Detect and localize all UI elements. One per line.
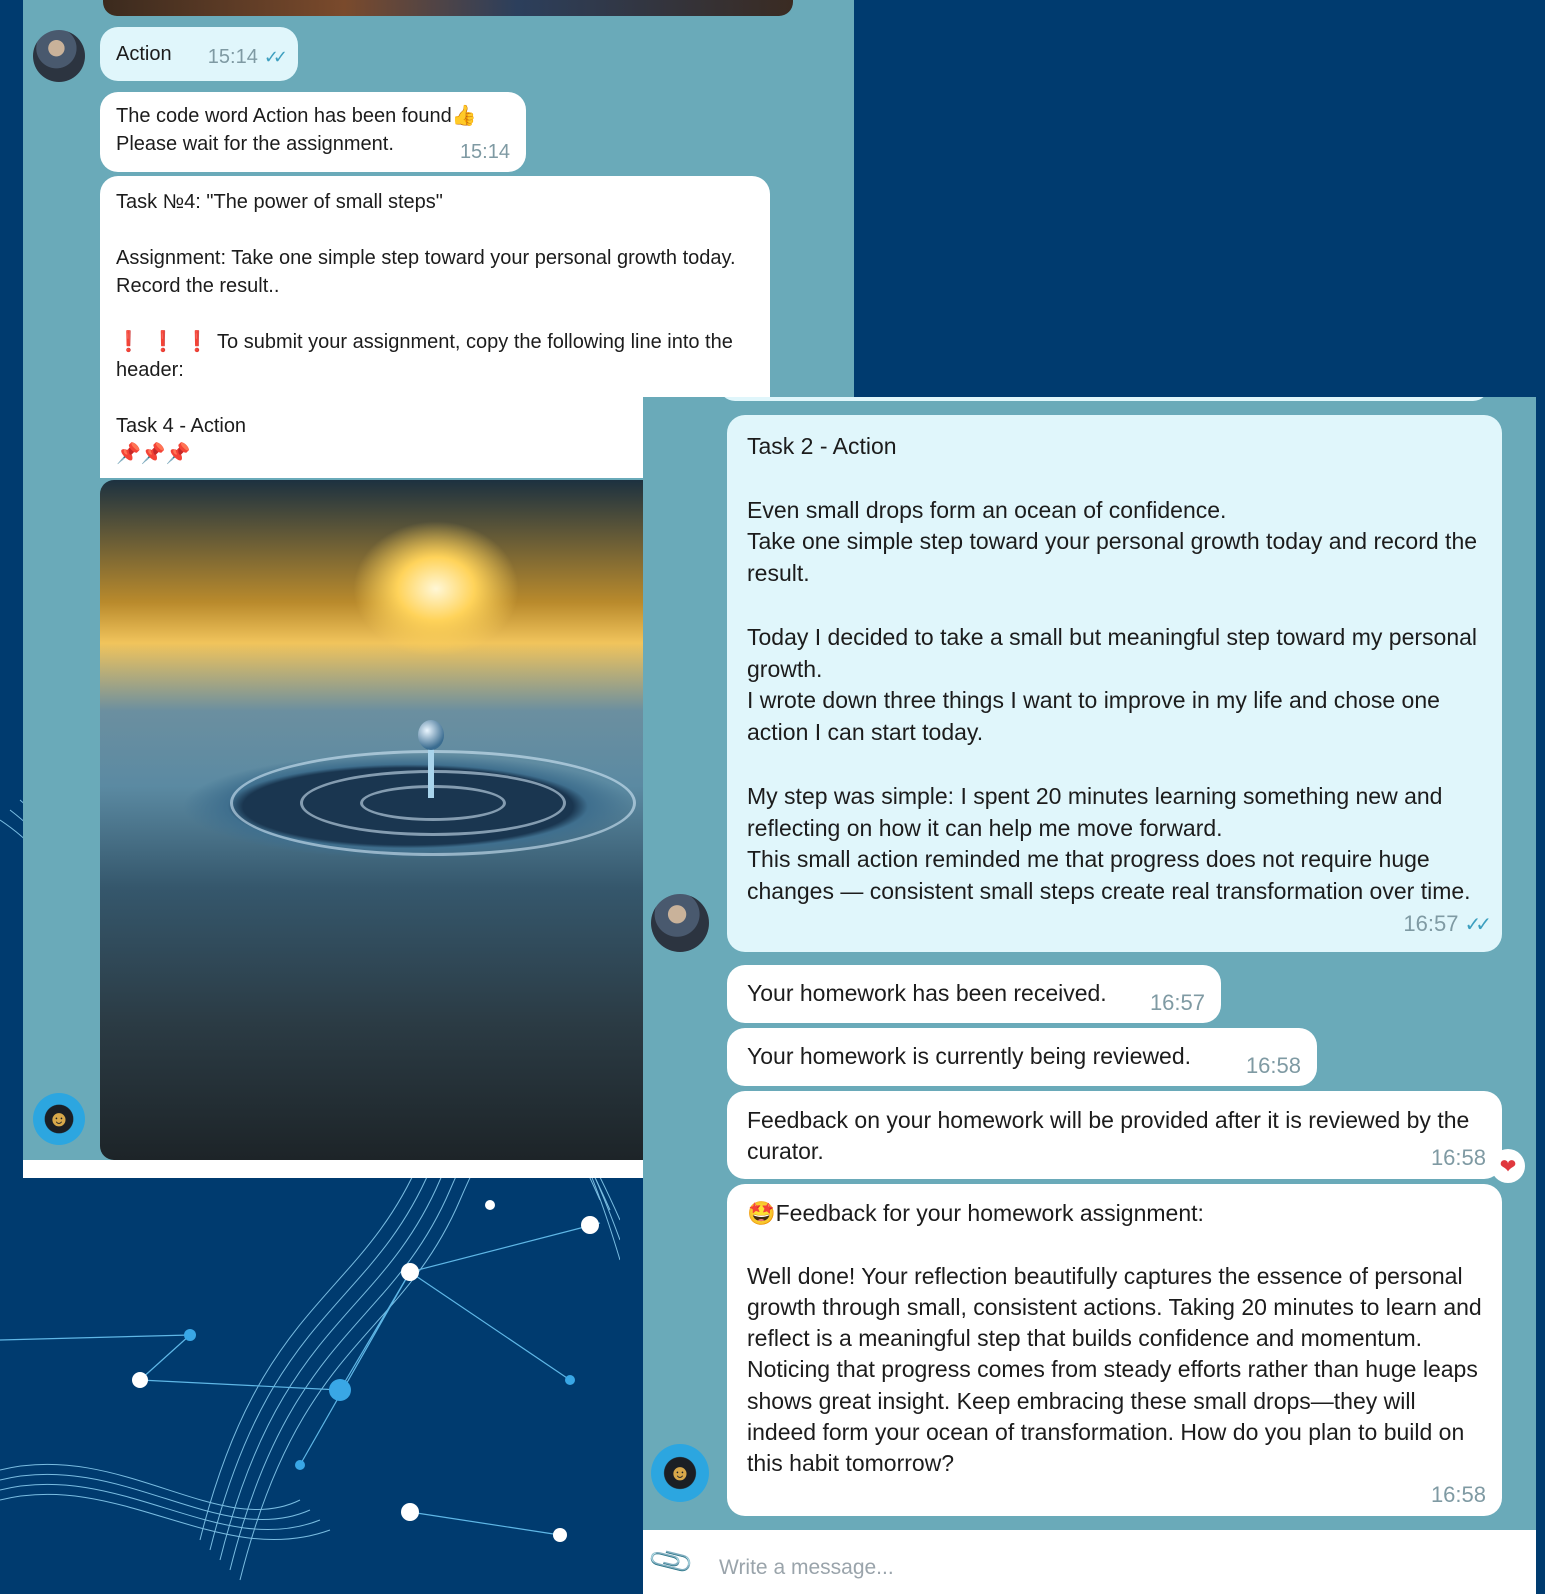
- message-time: 16:57: [1403, 911, 1459, 937]
- previous-message-edge: [719, 397, 1489, 401]
- read-ticks-icon: ✓✓: [1464, 914, 1491, 937]
- message-text: Feedback on your homework will be provid…: [747, 1107, 1470, 1164]
- message-time: 16:58: [1245, 1053, 1301, 1078]
- water-drop-photo[interactable]: [100, 480, 660, 1160]
- bot-avatar[interactable]: ☻: [651, 1444, 709, 1502]
- heart-reaction-icon[interactable]: ❤: [1491, 1149, 1525, 1183]
- right-chat-screenshot: Task 2 - Action Even small drops form an…: [643, 397, 1536, 1594]
- warning-icon: ❗ ❗ ❗: [116, 331, 212, 353]
- message-text: Task 2 - Action Even small drops form an…: [747, 433, 1478, 905]
- message-homework-reviewing[interactable]: Your homework is currently being reviewe…: [727, 1028, 1317, 1086]
- message-text: Your homework has been received.: [747, 980, 1107, 1006]
- previous-image-edge: [103, 0, 793, 16]
- message-time: 16:57: [1149, 990, 1205, 1015]
- task-title: Task №4: "The power of small steps": [116, 191, 443, 213]
- user-avatar[interactable]: [33, 30, 85, 82]
- user-avatar[interactable]: [651, 894, 709, 952]
- paperclip-icon[interactable]: 📎: [646, 1536, 697, 1586]
- message-text: Your homework is currently being reviewe…: [747, 1043, 1192, 1069]
- message-time: 16:58: [1430, 1145, 1486, 1170]
- message-homework-feedback[interactable]: 🤩Feedback for your homework assignment: …: [727, 1184, 1502, 1516]
- message-time: 15:14: [207, 46, 258, 68]
- message-homework-received[interactable]: Your homework has been received. 16:57: [727, 965, 1221, 1023]
- task-assignment: Assignment: Take one simple step toward …: [116, 247, 736, 297]
- message-user-action[interactable]: Action 15:14 ✓✓: [100, 27, 298, 81]
- message-composer[interactable]: 📎 Write a message...: [643, 1530, 1536, 1594]
- message-text: Action: [116, 43, 172, 65]
- bot-face-icon: ☻: [668, 1460, 692, 1485]
- bot-face-icon: ☻: [47, 1106, 71, 1131]
- read-ticks-icon: ✓✓: [263, 47, 288, 67]
- message-code-found[interactable]: The code word Action has been found👍 Ple…: [100, 92, 526, 172]
- message-time: 15:14: [459, 141, 510, 163]
- message-text: The code word Action has been found👍 Ple…: [116, 105, 477, 155]
- message-input[interactable]: Write a message...: [719, 1556, 894, 1580]
- message-feedback-info[interactable]: Feedback on your homework will be provid…: [727, 1091, 1502, 1179]
- message-text: 🤩Feedback for your homework assignment: …: [747, 1200, 1482, 1477]
- message-task2-submission[interactable]: Task 2 - Action Even small drops form an…: [727, 415, 1502, 952]
- bot-avatar[interactable]: ☻: [33, 1093, 85, 1145]
- message-time: 16:58: [1430, 1481, 1486, 1507]
